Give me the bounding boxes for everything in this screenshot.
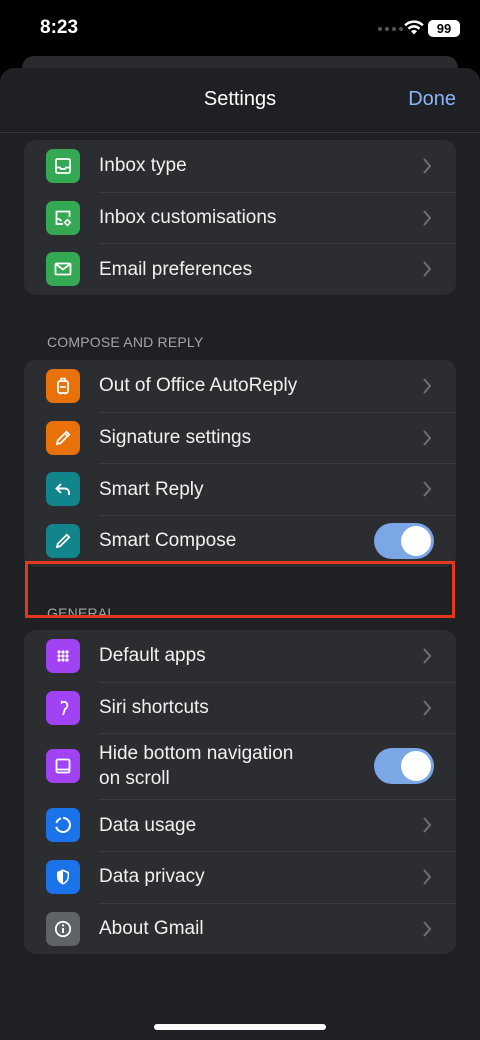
battery-indicator: 99: [428, 20, 460, 37]
general-group: Default apps Siri shortcuts Hide bottom …: [24, 630, 456, 955]
pencil-icon: [46, 523, 80, 558]
row-label: Smart Reply: [99, 478, 204, 500]
shield-icon: [46, 859, 80, 894]
settings-row-siri-shortcuts[interactable]: Siri shortcuts: [24, 681, 456, 734]
settings-row-data-privacy[interactable]: Data privacy: [24, 851, 456, 903]
row-label: Email preferences: [99, 258, 253, 280]
inbox-icon: [46, 148, 80, 183]
row-label: Inbox customisations: [99, 207, 277, 229]
chevron-right-icon: [423, 378, 432, 394]
chevron-right-icon: [423, 869, 432, 885]
row-label: Out of Office AutoReply: [99, 375, 298, 397]
row-label: About Gmail: [99, 918, 204, 940]
row-label: Default apps: [99, 645, 206, 667]
row-label: Smart Compose: [99, 530, 237, 552]
chevron-right-icon: [423, 158, 432, 174]
chevron-right-icon: [423, 648, 432, 664]
settings-row-inbox-customisations[interactable]: Inbox customisations: [24, 191, 456, 244]
chevron-right-icon: [423, 429, 432, 446]
nav-bar: Settings Done: [0, 68, 480, 133]
chevron-right-icon: [423, 817, 432, 833]
wifi-icon: [404, 20, 424, 35]
luggage-icon: [46, 368, 80, 403]
mail-icon: [46, 252, 80, 287]
row-label: Data privacy: [99, 866, 205, 888]
row-label: Siri shortcuts: [99, 697, 209, 719]
settings-row-smart-compose: Smart Compose: [24, 515, 456, 567]
chevron-right-icon: [423, 699, 432, 716]
cellular-signal-icon: [378, 27, 403, 31]
compose-reply-group: Out of Office AutoReply Signature settin…: [24, 360, 456, 567]
settings-row-signature[interactable]: Signature settings: [24, 411, 456, 464]
row-label: Data usage: [99, 814, 197, 836]
settings-row-inbox-type[interactable]: Inbox type: [24, 140, 456, 192]
row-label: Inbox type: [99, 155, 187, 177]
reply-arrow-icon: [46, 472, 80, 507]
clock: 8:23: [40, 17, 79, 38]
section-header-general: GENERAL: [47, 605, 116, 621]
chevron-right-icon: [423, 481, 432, 497]
chevron-right-icon: [423, 209, 432, 226]
inbox-settings-group: Inbox type Inbox customisations Email pr…: [24, 140, 456, 296]
chevron-right-icon: [423, 261, 432, 277]
settings-row-smart-reply[interactable]: Smart Reply: [24, 463, 456, 515]
inbox-settings-icon: [46, 200, 80, 235]
smart-compose-toggle[interactable]: [374, 522, 434, 559]
settings-row-out-of-office[interactable]: Out of Office AutoReply: [24, 360, 456, 412]
signature-pen-icon: [46, 420, 80, 455]
hide-bottom-navigation-toggle[interactable]: [374, 748, 434, 785]
row-label: Signature settings: [99, 427, 252, 449]
settings-row-about-gmail[interactable]: About Gmail: [24, 902, 456, 955]
apps-grid-icon: [46, 638, 80, 673]
home-indicator[interactable]: [154, 1024, 326, 1030]
done-button[interactable]: Done: [408, 88, 456, 111]
siri-shortcut-icon: [46, 690, 80, 725]
chevron-right-icon: [423, 920, 432, 937]
settings-row-email-preferences[interactable]: Email preferences: [24, 243, 456, 295]
settings-row-default-apps[interactable]: Default apps: [24, 630, 456, 682]
bottom-bar-icon: [46, 749, 80, 784]
row-label: Hide bottom navigation on scroll: [99, 743, 294, 790]
settings-row-data-usage[interactable]: Data usage: [24, 799, 456, 851]
settings-sheet: Settings Done Inbox type Inbox customisa…: [0, 68, 480, 1040]
info-icon: [46, 911, 80, 946]
section-header-compose: COMPOSE AND REPLY: [47, 334, 204, 350]
status-bar: 8:23 99: [0, 0, 480, 56]
settings-row-hide-bottom-navigation: Hide bottom navigation on scroll: [24, 733, 456, 799]
data-usage-icon: [46, 808, 80, 843]
